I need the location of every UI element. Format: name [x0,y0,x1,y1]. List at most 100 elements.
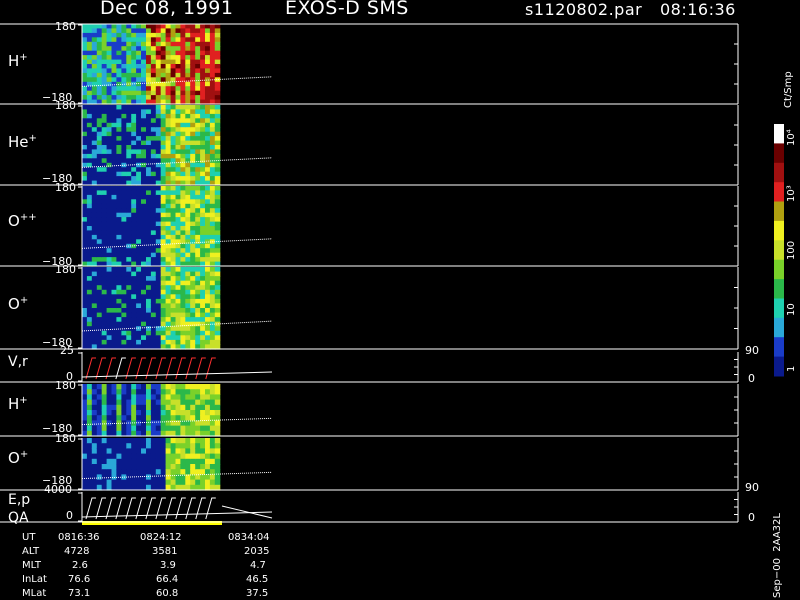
heatmap-cell [165,24,172,29]
panel-label-h-plus-2: H+ [8,395,28,413]
heatmap-cell [209,448,216,455]
heatmap-cell [141,303,147,309]
heatmap-cell [101,203,108,209]
heatmap-cell [121,113,127,119]
heatmap-cell [96,243,103,249]
heatmap-cell [150,86,157,92]
heatmap-cell [165,469,172,475]
heatmap-cell [121,252,127,258]
heatmap-cell [195,425,201,432]
heatmap-cell [185,384,191,390]
colorbar-unit-label: Ct/Smp [783,71,794,108]
heatmap-cell [200,176,206,182]
heatmap-cell [150,335,157,341]
heatmap-cell [131,176,137,182]
heatmap-cell [91,171,98,177]
heatmap-cell [82,46,88,52]
heatmap-cell [136,81,142,87]
heatmap-cell [116,469,122,475]
heatmap-cell [101,136,108,142]
heatmap-cell [111,186,117,191]
heatmap-cell [185,176,191,182]
heatmap-cell [190,448,196,455]
heatmap-cell [116,24,122,29]
heatmap-cell [121,303,127,309]
heatmap-cell [209,194,216,200]
heatmap-cell [121,339,127,346]
heatmap-cell [160,149,167,155]
heatmap-cell [200,122,206,128]
heatmap-cell [165,267,172,273]
heatmap-cell [101,113,108,119]
heatmap-cell [106,109,113,115]
heatmap-cell [165,68,172,74]
heatmap-cell [180,118,186,124]
heatmap-cell [209,248,216,254]
heatmap-cell [96,28,103,34]
heatmap-cell [131,271,137,277]
heatmap-cell [150,32,157,38]
heatmap-cell [146,257,152,263]
heatmap-cell [136,64,142,69]
heatmap-cell [165,217,172,223]
heatmap-cell [200,28,206,34]
heatmap-cell [200,86,206,92]
heatmap-cell [91,41,98,47]
heatmap-cell [155,122,162,128]
heatmap-cell [96,212,103,218]
heatmap-cell [131,24,137,29]
heatmap-cell [131,453,137,460]
heatmap-cell [160,131,167,137]
y-max-label: 180 [55,379,76,392]
heatmap-cell [91,438,98,444]
heatmap-cell [136,41,142,47]
heatmap-cell [170,55,177,61]
heatmap-cell [205,252,211,258]
heatmap-cell [101,458,108,465]
heatmap-cell [126,458,132,465]
heatmap-cell [160,46,167,52]
heatmap-cell [82,389,88,395]
heatmap-cell [214,415,221,421]
colorbar-tick: 10³ [786,185,797,202]
heatmap-cell [165,389,172,395]
heatmap-cell [175,194,181,200]
heatmap-cell [121,248,127,254]
heatmap-cell [101,339,108,346]
heatmap-cell [205,50,211,56]
heatmap-cell [131,410,137,416]
heatmap-cell [190,59,196,65]
heatmap-cell [91,158,98,164]
heatmap-cell [96,113,103,119]
heatmap-cell [190,252,196,258]
heatmap-cell [111,86,117,92]
heatmap-cell [150,438,157,444]
heatmap-cell [175,167,181,173]
heatmap-cell [86,208,93,214]
heatmap-cell [155,136,162,142]
heatmap-cell [96,317,103,323]
heatmap-cell [209,72,216,78]
heatmap-cell [82,118,88,124]
heatmap-cell [195,243,201,249]
heatmap-cell [126,203,132,209]
heatmap-cell [195,162,201,168]
heatmap-cell [150,271,157,277]
heatmap-cell [131,105,137,110]
heatmap-cell [200,153,206,159]
heatmap-cell [205,32,211,38]
heatmap-cell [141,86,147,92]
heatmap-cell [111,149,117,155]
heatmap-cell [205,335,211,341]
heatmap-cell [141,389,147,395]
heatmap-cell [96,81,103,87]
heatmap-cell [146,153,152,159]
heatmap-cell [111,317,117,323]
heatmap-cell [209,105,216,110]
heatmap-cell [190,384,196,390]
heatmap-cell [155,464,162,470]
heatmap-cell [209,303,216,309]
heatmap-cell [86,252,93,258]
heatmap-cell [106,217,113,223]
heatmap-cell [150,458,157,465]
